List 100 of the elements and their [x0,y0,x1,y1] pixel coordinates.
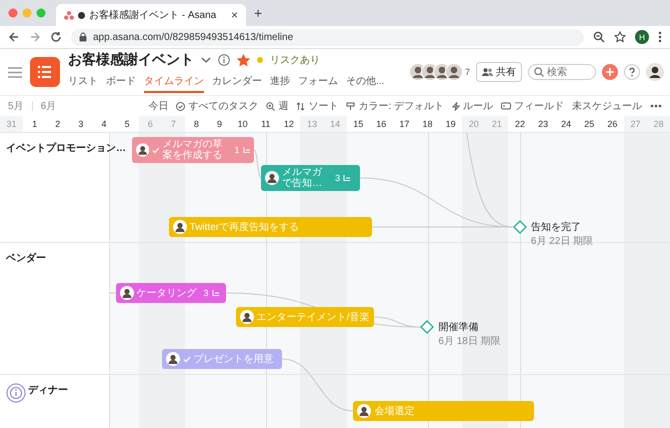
date-cell-text: 26 [606,118,618,131]
browser-tab[interactable]: お客様感謝イベント - Asana × [56,4,246,26]
avatar-icon [240,310,254,324]
date-cell-text: 10 [236,118,249,131]
check-icon[interactable] [182,356,191,362]
reload-icon[interactable] [50,31,62,43]
date-cell-text: 5 [124,118,131,131]
date-cell-text: 24 [560,118,572,131]
date-cell-text: 16 [375,118,388,131]
check-circle-icon [176,102,186,110]
dot-icon [78,12,85,18]
avatar-icon [166,352,180,366]
toolbar-button[interactable]: 週 [266,99,288,113]
task-name: メルマガで告知… [282,167,324,189]
date-cell-text: 19 [444,118,457,131]
task-name: 会場選定 [374,406,414,416]
toolbar-button[interactable]: 今日 [148,99,168,113]
project-title: お客様感謝イベント [68,51,194,69]
share-button[interactable]: 共有 [476,62,522,82]
lock-icon [79,32,87,42]
tab-close-button[interactable]: × [230,8,238,22]
month-label: 6月 [40,100,56,113]
project-tab[interactable]: タイムライン [144,74,204,93]
help-icon[interactable] [624,64,640,80]
info-icon[interactable] [6,383,26,403]
date-cell-text: 17 [398,118,410,131]
add-icon[interactable] [602,64,618,80]
status-label[interactable]: リスクあり [270,53,320,67]
check-icon[interactable] [152,146,160,154]
date-cell-text: 1 [31,118,38,131]
avatar-icon [172,220,187,234]
date-cell: 14 [324,116,347,132]
date-cell: 31 [0,116,24,132]
date-cell-text: 18 [422,118,434,131]
task-name: プレゼントを用意 [194,354,274,364]
task-name: メルマガの草案を作成する [162,139,224,161]
subtask-count: 1 [234,145,240,155]
project-tab[interactable]: その他... [346,74,384,93]
avatar-icon[interactable] [444,63,463,81]
toolbar-button[interactable]: フィールド [501,99,564,113]
new-tab-button[interactable]: + [254,5,262,21]
zoom-icon [266,102,276,110]
project-tab[interactable]: フォーム [298,74,338,93]
date-cell-text: 11 [260,118,272,131]
avatar-icon [357,404,372,418]
date-cell-text: 12 [282,118,295,131]
date-cell-text: 2 [54,118,62,131]
toolbar-button[interactable]: すべてのタスク [176,99,258,113]
avatar-icon[interactable] [646,63,664,81]
project-tab[interactable]: リスト [68,74,98,93]
date-cell-text: 8 [192,118,200,131]
project-tab[interactable]: カレンダー [212,74,262,93]
more-icon[interactable] [650,104,662,108]
milestone-name: 開催準備 [438,321,480,334]
project-tab[interactable]: 進捗 [270,74,290,93]
toolbar-button[interactable]: ソート [296,99,338,113]
dependency-line [254,150,262,178]
milestone-due: 6月 18日 期限 [438,334,501,348]
toolbar-button[interactable]: ルール [452,99,493,113]
task-name: Twitterで再度告知をする [190,222,300,232]
date-cell: 21 [485,116,508,132]
date-cell: 7 [162,116,185,132]
subtask-icon [343,174,352,182]
star-icon[interactable] [614,31,626,43]
date-cell-text: 15 [352,118,364,131]
menu-icon[interactable] [658,31,662,43]
back-icon[interactable] [8,31,20,43]
star-icon[interactable] [237,54,250,66]
logo-icon [64,10,74,20]
info-icon[interactable] [218,54,230,66]
section-title[interactable]: イベントプロモーション… [6,141,126,155]
avatar-icon [136,143,150,157]
section-title[interactable]: ベンダー [6,251,46,265]
address-bar[interactable]: app.asana.com/0/829859493514613/timeline [71,28,584,46]
date-cell: 6 [138,116,162,132]
avatar-icon [265,171,280,185]
milestone-name: 告知を完了 [530,220,582,234]
section-title[interactable]: ディナー [28,383,68,397]
toolbar-button[interactable]: カラー: デフォルト [346,99,444,113]
sort-icon [296,102,306,110]
tab-title: お客様感謝イベント - Asana [89,8,218,22]
milestone-due: 6月 22日 期限 [530,234,594,248]
date-cell-text: 22 [514,118,526,131]
project-icon [30,57,60,87]
date-cell-text: 25 [583,118,596,131]
chevron-icon[interactable] [201,57,211,63]
date-cell-text: 9 [216,118,224,131]
zoom-icon[interactable] [593,31,605,43]
subtask-icon [212,290,220,296]
toolbar-button[interactable]: 未スケジュール [572,99,642,113]
milestone-icon[interactable] [420,320,434,334]
member-count[interactable]: 7 [464,67,470,77]
project-tab[interactable]: ボード [106,74,136,93]
search-icon [534,67,544,77]
month-label: 5月 [8,100,24,113]
paint-roller-icon [346,102,356,110]
search-field[interactable]: 検索 [528,64,596,80]
milestone-icon[interactable] [512,220,527,234]
profile-avatar[interactable]: H [635,30,649,44]
avatar-icon [120,286,134,300]
